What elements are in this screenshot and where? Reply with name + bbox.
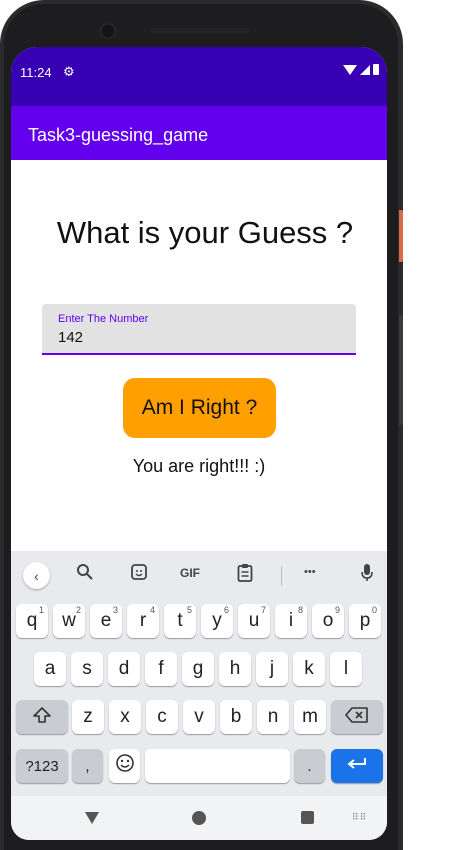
clipboard-icon[interactable]: [237, 563, 253, 587]
key-l[interactable]: l: [330, 652, 362, 686]
key-j[interactable]: j: [256, 652, 288, 686]
key-e[interactable]: e3: [90, 604, 122, 638]
side-button-volume: [399, 315, 403, 425]
key-s[interactable]: s: [71, 652, 103, 686]
key-g[interactable]: g: [182, 652, 214, 686]
enter-icon: [346, 755, 368, 777]
microphone-icon[interactable]: [361, 563, 373, 587]
key-f[interactable]: f: [145, 652, 177, 686]
battery-icon: [373, 64, 379, 75]
number-input-label: Enter The Number: [58, 313, 149, 325]
result-text: You are right!!! :): [132, 456, 266, 476]
key-a[interactable]: a: [34, 652, 66, 686]
comma-key[interactable]: ,: [72, 749, 103, 783]
shift-icon: [33, 707, 51, 727]
key-hint-4: 4: [149, 605, 155, 615]
gif-icon[interactable]: GIF: [180, 566, 200, 580]
key-k[interactable]: k: [293, 652, 325, 686]
keyboard-toolbar: ‹ GIF •••: [11, 551, 387, 597]
backspace-icon: [345, 707, 369, 727]
key-hint-6: 6: [223, 605, 229, 615]
key-z[interactable]: z: [72, 700, 104, 734]
key-hint-0: 0: [371, 605, 377, 615]
nav-home-icon[interactable]: [192, 811, 206, 825]
question-heading: What is your Guess ?: [56, 215, 354, 250]
front-camera: [99, 22, 117, 40]
earpiece-speaker: [150, 28, 250, 34]
app-bar: Task3-guessing_game: [11, 106, 387, 160]
sticker-icon[interactable]: [130, 563, 148, 586]
nav-recents-icon[interactable]: [301, 811, 314, 824]
side-button-power: [399, 210, 403, 262]
device-screen: 11:24 ⚙ Task3-guessing_game What is your…: [11, 47, 387, 840]
key-hint-3: 3: [112, 605, 118, 615]
key-hint-1: 1: [38, 605, 44, 615]
key-hint-2: 2: [75, 605, 81, 615]
key-o[interactable]: o9: [312, 604, 344, 638]
wifi-icon: [343, 64, 357, 75]
key-p[interactable]: p0: [349, 604, 381, 638]
key-y[interactable]: y6: [201, 604, 233, 638]
key-v[interactable]: v: [183, 700, 215, 734]
key-n[interactable]: n: [257, 700, 289, 734]
key-d[interactable]: d: [108, 652, 140, 686]
emoji-icon: [115, 753, 135, 779]
key-x[interactable]: x: [109, 700, 141, 734]
key-i[interactable]: i8: [275, 604, 307, 638]
search-icon[interactable]: [76, 563, 94, 586]
am-i-right-button[interactable]: Am I Right ?: [123, 378, 276, 438]
key-m[interactable]: m: [294, 700, 326, 734]
key-hint-8: 8: [297, 605, 303, 615]
navigation-bar: ⠿⠿: [11, 796, 387, 840]
number-input-field[interactable]: Enter The Number 142: [42, 304, 356, 355]
key-u[interactable]: u7: [238, 604, 270, 638]
key-h[interactable]: h: [219, 652, 251, 686]
status-icons: [343, 64, 379, 75]
more-icon[interactable]: •••: [304, 566, 316, 578]
key-b[interactable]: b: [220, 700, 252, 734]
status-bar: 11:24 ⚙: [11, 47, 387, 106]
space-key[interactable]: [145, 749, 290, 783]
key-t[interactable]: t5: [164, 604, 196, 638]
chevron-left-icon[interactable]: ‹: [23, 562, 50, 589]
signal-icon: [360, 64, 370, 75]
keyboard-switch-icon[interactable]: ⠿⠿: [352, 812, 367, 823]
key-q[interactable]: q1: [16, 604, 48, 638]
period-key[interactable]: .: [294, 749, 325, 783]
toolbar-divider: [281, 566, 282, 586]
key-w[interactable]: w2: [53, 604, 85, 638]
shift-key[interactable]: [16, 700, 68, 734]
nav-back-icon[interactable]: [85, 812, 99, 824]
gear-icon: ⚙: [63, 64, 75, 79]
app-title: Task3-guessing_game: [28, 125, 209, 145]
key-hint-7: 7: [260, 605, 266, 615]
emoji-key[interactable]: [109, 749, 140, 783]
enter-key[interactable]: [331, 749, 383, 783]
soft-keyboard: ‹ GIF ••• q1w2e3r4t5y6u7i8o9p0 asdfghjkl…: [11, 551, 387, 796]
key-hint-9: 9: [334, 605, 340, 615]
key-hint-5: 5: [186, 605, 192, 615]
status-time: 11:24: [20, 65, 52, 80]
key-c[interactable]: c: [146, 700, 178, 734]
symbols-key[interactable]: ?123: [16, 749, 68, 783]
key-r[interactable]: r4: [127, 604, 159, 638]
number-input-value[interactable]: 142: [58, 329, 83, 346]
backspace-key[interactable]: [331, 700, 383, 734]
